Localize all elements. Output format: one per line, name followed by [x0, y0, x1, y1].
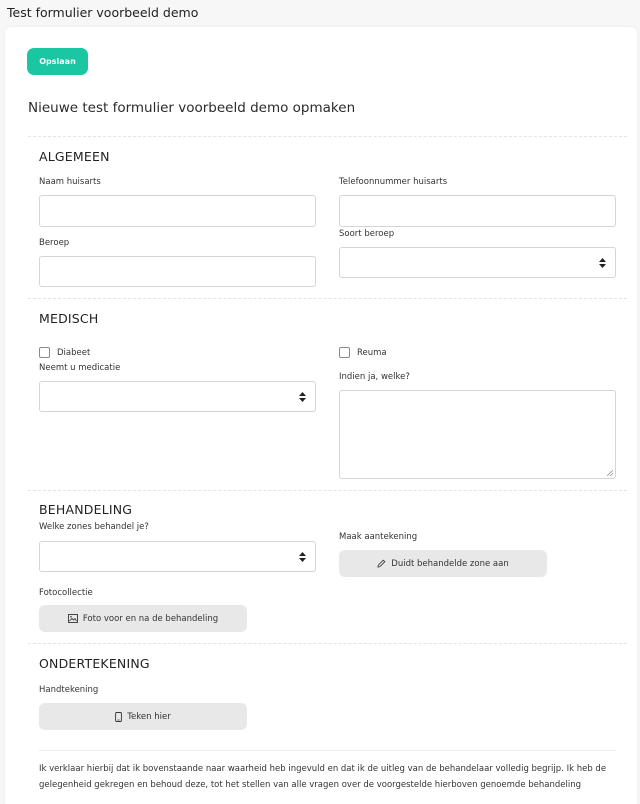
- declaration-text: Ik verklaar hierbij dat ik bovenstaande …: [39, 764, 607, 790]
- naam-huisarts-label: Naam huisarts: [39, 177, 101, 187]
- photo-button[interactable]: Foto voor en na de behandeling: [39, 605, 247, 632]
- aantekening-label: Maak aantekening: [339, 532, 418, 542]
- telefoon-huisarts-input[interactable]: [339, 195, 616, 227]
- page-title: Test formulier voorbeeld demo: [7, 5, 199, 20]
- section-title-medisch: MEDISCH: [39, 311, 99, 326]
- photo-button-label: Foto voor en na de behandeling: [82, 613, 219, 624]
- resize-handle-icon[interactable]: [607, 470, 613, 476]
- zones-select[interactable]: [39, 541, 316, 572]
- soort-beroep-label: Soort beroep: [339, 229, 395, 239]
- form-heading: Nieuwe test formulier voorbeeld demo opm…: [28, 100, 356, 116]
- pencil-icon: [377, 559, 386, 568]
- select-arrows-icon: [299, 551, 306, 562]
- handtekening-label: Handtekening: [39, 685, 99, 695]
- welke-label: Indien ja, welke?: [339, 372, 410, 382]
- beroep-input[interactable]: [39, 256, 316, 287]
- naam-huisarts-input[interactable]: [39, 195, 316, 227]
- divider: [28, 643, 627, 644]
- save-button[interactable]: Opslaan: [27, 48, 88, 75]
- zones-label: Welke zones behandel je?: [39, 522, 149, 532]
- reuma-checkbox[interactable]: [339, 347, 350, 358]
- diabeet-checkbox[interactable]: [39, 347, 50, 358]
- section-title-ondertekening: ONDERTEKENING: [39, 656, 150, 671]
- select-arrows-icon: [299, 391, 306, 402]
- reuma-label: Reuma: [357, 348, 387, 358]
- section-title-behandeling: BEHANDELING: [39, 502, 133, 517]
- medicatie-select[interactable]: [39, 381, 316, 412]
- divider: [28, 298, 627, 299]
- medicatie-label: Neemt u medicatie: [39, 363, 121, 373]
- beroep-label: Beroep: [39, 238, 70, 248]
- image-icon: [67, 614, 78, 623]
- welke-textarea[interactable]: [339, 390, 616, 479]
- section-title-algemeen: ALGEMEEN: [39, 149, 110, 164]
- divider: [28, 490, 627, 491]
- soort-beroep-select[interactable]: [339, 247, 616, 278]
- sign-button[interactable]: Teken hier: [39, 703, 247, 730]
- sign-button-label: Teken hier: [127, 711, 171, 722]
- fotocollectie-label: Fotocollectie: [39, 588, 93, 598]
- phone-icon: [115, 711, 123, 722]
- select-arrows-icon: [599, 257, 606, 268]
- divider: [28, 136, 627, 137]
- mark-zone-button-label: Duidt behandelde zone aan: [391, 558, 509, 569]
- diabeet-label: Diabeet: [57, 348, 91, 358]
- declaration-divider: [39, 750, 616, 751]
- mark-zone-button[interactable]: Duidt behandelde zone aan: [339, 550, 547, 577]
- telefoon-huisarts-label: Telefoonnummer huisarts: [339, 177, 448, 187]
